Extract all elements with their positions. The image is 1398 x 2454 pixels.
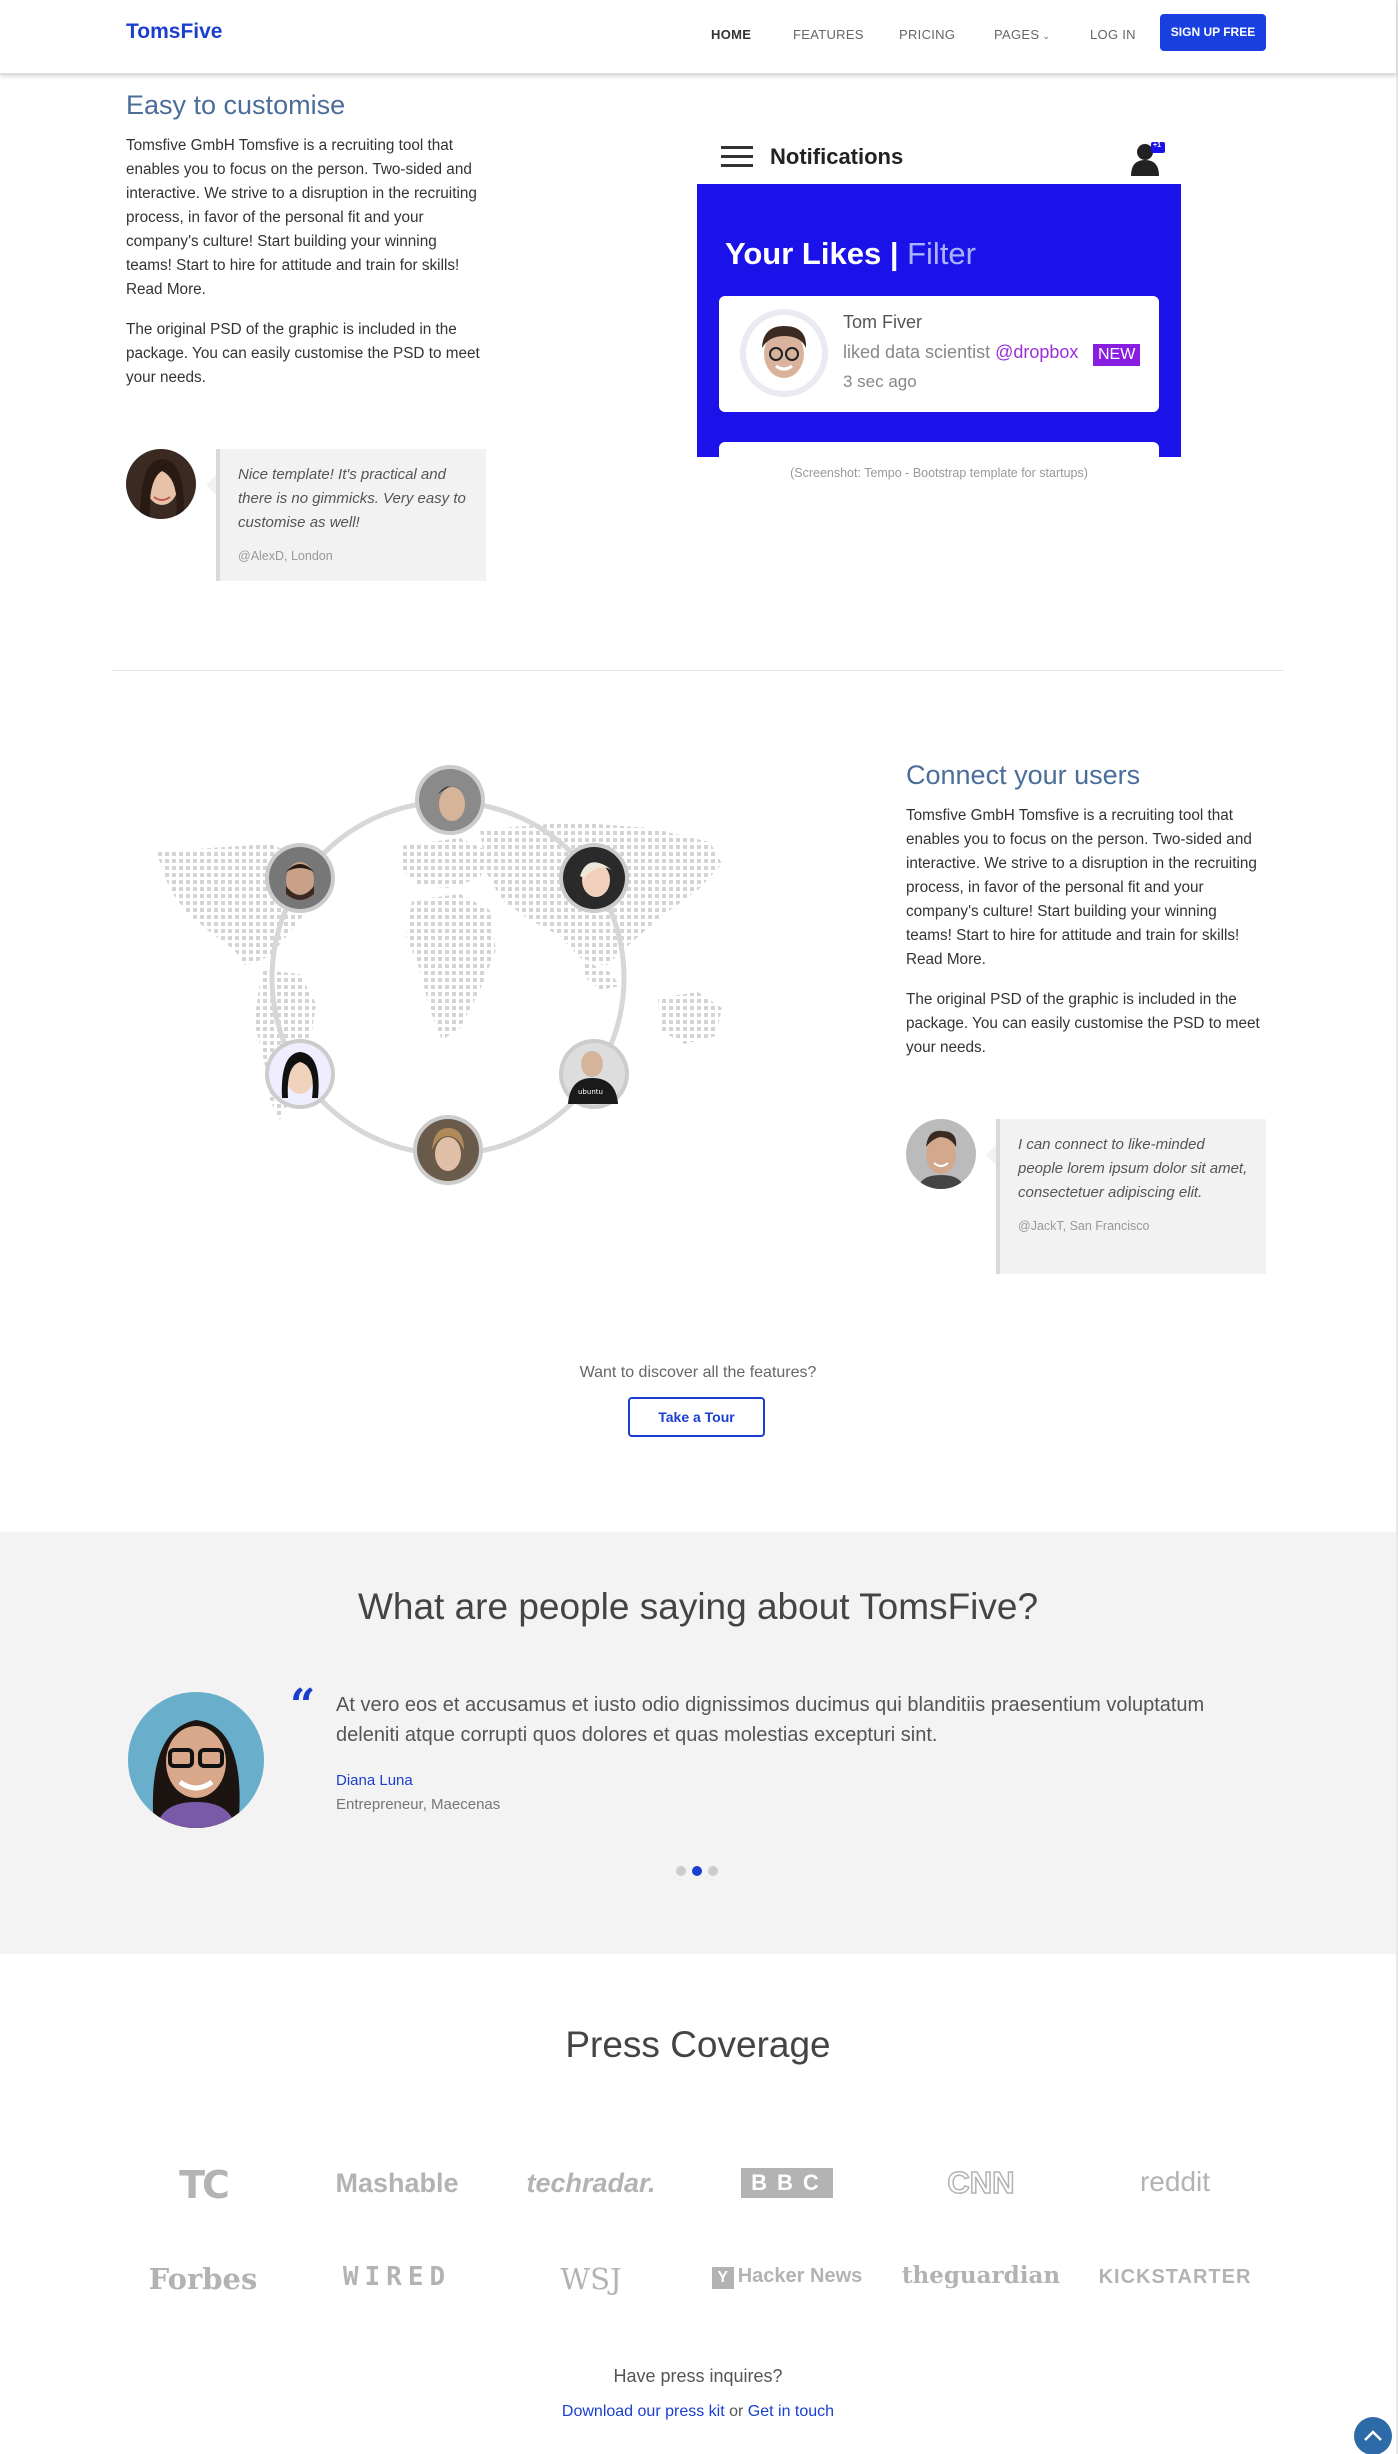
logo-guardian[interactable]: theguardian <box>886 2262 1076 2289</box>
mock-heading-separator: | <box>881 236 908 271</box>
mock-mention: @dropbox <box>995 342 1079 362</box>
mock-topbar: Notifications +1 <box>697 130 1181 184</box>
testimonial-role: Entrepreneur, Maecenas <box>336 1796 501 1813</box>
testimonial-quote-alexd: Nice template! It's practical and there … <box>206 449 486 581</box>
logo-mashable[interactable]: Mashable <box>302 2168 492 2199</box>
testimonial-quote-jackt: I can connect to like-minded people lore… <box>986 1119 1266 1274</box>
carousel-dot-2[interactable] <box>692 1866 702 1876</box>
user-avatar-top <box>415 765 485 835</box>
logo-cnn[interactable]: CNN <box>886 2164 1076 2201</box>
nav-features[interactable]: FEATURES <box>793 27 864 42</box>
screenshot-caption: (Screenshot: Tempo - Bootstrap template … <box>790 466 1088 480</box>
mock-user-name: Tom Fiver <box>843 312 923 332</box>
get-in-touch-link[interactable]: Get in touch <box>748 2403 834 2420</box>
logo-bbc-text: BBC <box>741 2168 833 2198</box>
mock-next-card <box>719 442 1159 457</box>
quote-author: @JackT, San Francisco <box>1018 1219 1150 1233</box>
user-notification-icon <box>1131 142 1165 176</box>
tshirt-text: ubuntu <box>578 1088 603 1096</box>
take-a-tour-button[interactable]: Take a Tour <box>628 1397 765 1437</box>
signup-button[interactable]: SIGN UP FREE <box>1160 14 1266 51</box>
section-divider <box>112 670 1284 671</box>
logo-forbes[interactable]: Forbes <box>108 2262 298 2296</box>
mock-notifications-title: Notifications <box>770 144 904 169</box>
chevron-down-icon: ⌄ <box>1042 31 1051 41</box>
press-links: Download our press kit or Get in touch <box>0 2403 1396 2421</box>
quote-pointer <box>206 475 216 495</box>
mock-like-card: Tom Fiver liked data scientist @dropbox … <box>719 296 1159 412</box>
download-press-kit-link[interactable]: Download our press kit <box>562 2403 725 2420</box>
customise-paragraph-2: The original PSD of the graphic is inclu… <box>126 321 480 386</box>
mock-likes-heading: Your Likes | Filter <box>725 236 976 272</box>
connect-paragraph-1: Tomsfive GmbH Tomsfive is a recruiting t… <box>906 807 1257 968</box>
user-avatar-right-top <box>559 843 629 913</box>
app-screenshot: Notifications +1 Your Likes | Filter Tom… <box>697 130 1181 457</box>
avatar-diana-luna <box>128 1692 264 1828</box>
user-avatar-left-bottom <box>265 1039 335 1109</box>
user-avatar-left-top <box>265 843 335 913</box>
page: TomsFive HOME FEATURES PRICING PAGES ⌄ LO… <box>0 0 1396 2454</box>
logo-hacker-news[interactable]: Y Hacker News <box>692 2265 882 2289</box>
logo-reddit[interactable]: reddit <box>1080 2166 1270 2198</box>
quote-text: Nice template! It's practical and there … <box>238 466 466 531</box>
mock-badge-count: +1 <box>1153 142 1161 149</box>
avatar-jackt <box>906 1119 976 1189</box>
mock-new-tag: NEW <box>1093 344 1141 366</box>
section-title-customise: Easy to customise <box>126 90 346 120</box>
connect-paragraph-2: The original PSD of the graphic is inclu… <box>906 991 1260 1056</box>
nav-home[interactable]: HOME <box>711 27 751 42</box>
user-avatar-bottom <box>413 1115 483 1185</box>
avatar-alexd <box>126 449 196 519</box>
discover-text: Want to discover all the features? <box>579 1364 817 1381</box>
section-title-connect: Connect your users <box>906 760 1141 790</box>
carousel-dot-1[interactable] <box>676 1866 686 1876</box>
nav-pages-label: PAGES <box>994 27 1040 42</box>
testimonials-title: What are people saying about TomsFive? <box>357 1586 1039 1627</box>
logo-hacker-news-text: Hacker News <box>737 2265 863 2287</box>
hamburger-menu-icon <box>721 146 753 167</box>
testimonial-text: At vero eos et accusamus et iusto odio d… <box>336 1694 1205 1746</box>
top-navbar: TomsFive HOME FEATURES PRICING PAGES ⌄ LO… <box>0 0 1396 74</box>
chevron-up-icon <box>1364 2430 1382 2441</box>
y-combinator-icon: Y <box>711 2267 734 2289</box>
nav-pricing[interactable]: PRICING <box>899 27 955 42</box>
brand-logo[interactable]: TomsFive <box>126 20 222 44</box>
press-inquiry-text: Have press inquires? <box>613 2366 783 2386</box>
mock-likes-label: Your Likes <box>725 236 882 271</box>
logo-kickstarter[interactable]: KICKSTARTER <box>1080 2266 1270 2289</box>
mock-likes-panel: Your Likes | Filter Tom Fiver liked data… <box>697 184 1181 457</box>
logo-techcrunch[interactable]: TC <box>108 2163 298 2207</box>
testimonial-name[interactable]: Diana Luna <box>336 1772 413 1789</box>
press-title: Press Coverage <box>565 2024 831 2065</box>
nav-pages[interactable]: PAGES ⌄ <box>994 27 1050 42</box>
mock-time: 3 sec ago <box>843 372 917 391</box>
quote-mark-icon: “ <box>290 1680 316 1731</box>
logo-techradar[interactable]: techradar. <box>496 2168 686 2199</box>
mock-filter-label[interactable]: Filter <box>907 236 976 271</box>
carousel-dot-3[interactable] <box>708 1866 718 1876</box>
nav-login[interactable]: LOG IN <box>1090 27 1136 42</box>
user-avatar-right-bottom: ubuntu <box>559 1039 629 1109</box>
testimonials-section: What are people saying about TomsFive? “… <box>0 1532 1396 1954</box>
mock-like-action: liked data scientist @dropbox <box>843 342 1078 363</box>
world-map-graphic: ubuntu <box>150 760 770 1200</box>
quote-pointer <box>986 1145 996 1165</box>
mock-user-avatar <box>740 309 828 397</box>
logo-bbc[interactable]: BBC <box>692 2168 882 2198</box>
quote-text: I can connect to like-minded people lore… <box>1018 1136 1248 1201</box>
mock-like-action-text: liked data scientist <box>843 342 991 362</box>
logo-wired[interactable]: WIRED <box>302 2262 492 2292</box>
customise-paragraph-1: Tomsfive GmbH Tomsfive is a recruiting t… <box>126 137 477 298</box>
logo-wsj[interactable]: WSJ <box>496 2262 686 2296</box>
press-link-separator: or <box>724 2403 748 2420</box>
back-to-top-button[interactable] <box>1354 2417 1392 2454</box>
quote-author: @AlexD, London <box>238 549 333 563</box>
